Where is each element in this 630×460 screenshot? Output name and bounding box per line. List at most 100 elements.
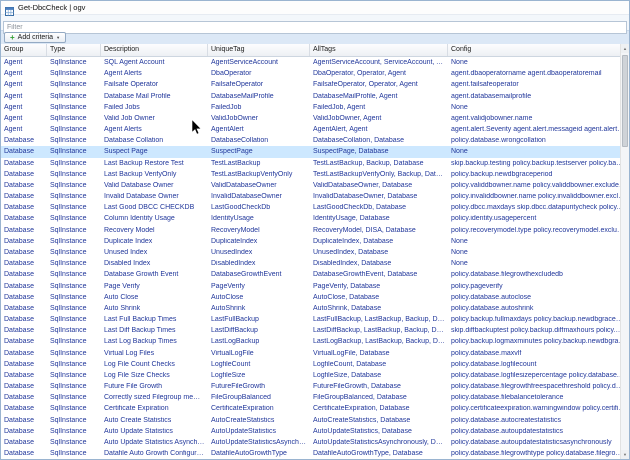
cell-alltags: DatabaseGrowthEvent, Database xyxy=(313,271,418,279)
cell-config: None xyxy=(451,148,468,156)
cell-description: Duplicate Index xyxy=(104,237,153,245)
cell-uniquetag: RecoveryModel xyxy=(211,226,260,234)
cell-description: Certificate Expiration xyxy=(104,405,169,413)
cell-alltags: TestLastBackup, Backup, Database xyxy=(313,159,424,167)
column-header-group[interactable]: Group xyxy=(1,44,47,56)
add-criteria-button[interactable]: + Add criteria ▼ xyxy=(4,32,67,43)
cell-description: Last Diff Backup Times xyxy=(104,327,176,335)
cell-config: None xyxy=(451,59,468,67)
cell-config: policy.database.autoupdatestatistics xyxy=(451,427,563,435)
table-row[interactable]: Database SqlInstance Last Backup Restore T… xyxy=(1,157,629,169)
table-row[interactable]: Database SqlInstance Log File Count Checks… xyxy=(1,358,629,370)
column-header-alltags[interactable]: AllTags xyxy=(310,44,448,56)
cell-config: skip.diffbackuptest policy.backup.diffma… xyxy=(451,327,629,335)
cell-description: Last Good DBCC CHECKDB xyxy=(104,204,195,212)
cell-type: SqlInstance xyxy=(50,137,87,145)
cell-type: SqlInstance xyxy=(50,159,87,167)
scroll-up-icon[interactable]: ▲ xyxy=(621,44,629,53)
scrollbar-track[interactable] xyxy=(621,53,629,450)
cell-config: agent.validjobowner.name xyxy=(451,114,533,122)
table-row[interactable]: Database SqlInstance Auto Update Statistic… xyxy=(1,425,629,437)
table-row[interactable]: Database SqlInstance Unused Index UnusedInd… xyxy=(1,246,629,259)
table-row[interactable]: Database SqlInstance Duplicate Index Duplic… xyxy=(1,235,629,247)
scrollbar-thumb[interactable] xyxy=(622,55,628,147)
table-row[interactable]: Database SqlInstance Invalid Database Owne… xyxy=(1,191,629,203)
table-row[interactable]: Agent SqlInstance Database Mail Profile Dat… xyxy=(1,90,629,102)
cell-alltags: AutoClose, Database xyxy=(313,293,380,301)
cell-config: policy.validdbowner.name policy.validdbo… xyxy=(451,181,627,189)
table-row[interactable]: Database SqlInstance Database Growth Event… xyxy=(1,269,629,281)
table-row[interactable]: Database SqlInstance Last Full Backup Time… xyxy=(1,313,629,326)
table-row[interactable]: Database SqlInstance Datafile Auto Growth … xyxy=(1,448,629,459)
cell-description: Agent Alerts xyxy=(104,126,142,134)
cell-type: SqlInstance xyxy=(50,249,87,256)
cell-config: policy.database.autoupdatestatisticsasyn… xyxy=(451,438,612,446)
cell-uniquetag: SuspectPage xyxy=(211,148,253,156)
cell-uniquetag: LogfileCount xyxy=(211,360,251,368)
table-row[interactable]: Agent SqlInstance SQL Agent Account AgentSe… xyxy=(1,57,629,69)
table-row[interactable]: Database SqlInstance Last Backup VerifyOnl… xyxy=(1,168,629,180)
cell-uniquetag: FileGroupBalanced xyxy=(211,394,271,402)
filter-input[interactable] xyxy=(3,21,627,34)
cell-alltags: ValidDatabaseOwner, Database xyxy=(313,181,413,189)
table-row[interactable]: Database SqlInstance Last Log Backup Times… xyxy=(1,336,629,348)
table-row[interactable]: Database SqlInstance Auto Close AutoClose Au… xyxy=(1,291,629,303)
table-row[interactable]: Database SqlInstance Future File Growth Fut… xyxy=(1,380,629,393)
cell-alltags: AutoUpdateStatistics, Database xyxy=(313,427,412,435)
vertical-scrollbar[interactable]: ▲ ▼ xyxy=(620,44,629,459)
table-header: Group Type Description UniqueTag AllTags Conf… xyxy=(1,44,629,57)
table-row[interactable]: Database SqlInstance Last Good DBCC CHECKD… xyxy=(1,202,629,214)
cell-alltags: FutureFileGrowth, Database xyxy=(313,383,401,391)
cell-config: skip.backup.testing policy.backup.testse… xyxy=(451,159,629,167)
cell-uniquetag: AgentServiceAccount xyxy=(211,59,278,67)
table-row[interactable]: Database SqlInstance Correctly sized Fileg… xyxy=(1,392,629,404)
cell-group: Database xyxy=(4,304,34,312)
table-row[interactable]: Database SqlInstance Valid Database Owner V… xyxy=(1,179,629,192)
table-row[interactable]: Agent SqlInstance Failed Jobs FailedJob Fail… xyxy=(1,101,629,113)
table-row[interactable]: Database SqlInstance Auto Update Statistic… xyxy=(1,436,629,449)
cell-group: Database xyxy=(4,237,34,245)
cell-group: Agent xyxy=(4,126,23,134)
table-row[interactable]: Agent SqlInstance Agent Alerts AgentAlert Ag… xyxy=(1,124,629,136)
cell-description: Valid Database Owner xyxy=(104,181,174,189)
cell-group: Agent xyxy=(4,81,23,89)
column-header-type[interactable]: Type xyxy=(47,44,101,56)
table-row[interactable]: Database SqlInstance Auto Create Statistic… xyxy=(1,414,629,426)
cell-alltags: VirtualLogFile, Database xyxy=(313,349,390,357)
cell-alltags: DbaOperator, Operator, Agent xyxy=(313,70,407,78)
scroll-down-icon[interactable]: ▼ xyxy=(621,450,629,459)
cell-alltags: PageVerify, Database xyxy=(313,282,381,290)
table-row[interactable]: Database SqlInstance Log File Size Checks L… xyxy=(1,369,629,381)
table-row[interactable]: Database SqlInstance Disabled Index Disable… xyxy=(1,258,629,270)
cell-description: Last Log Backup Times xyxy=(104,338,177,346)
column-header-uniquetag[interactable]: UniqueTag xyxy=(208,44,310,56)
table-row[interactable]: Database SqlInstance Last Diff Backup Time… xyxy=(1,325,629,337)
cell-description: Valid Job Owner xyxy=(104,114,155,122)
cell-type: SqlInstance xyxy=(50,126,87,134)
table-row[interactable]: Database SqlInstance Database Collation Dat… xyxy=(1,135,629,147)
table-row[interactable]: Database SqlInstance Auto Shrink AutoShrink… xyxy=(1,302,629,314)
table-row[interactable]: Database SqlInstance Recovery Model Recover… xyxy=(1,224,629,236)
table-row[interactable]: Agent SqlInstance Valid Job Owner ValidJobO… xyxy=(1,112,629,125)
table-row[interactable]: Database SqlInstance Page Verify PageVerify… xyxy=(1,280,629,292)
table-row[interactable]: Database SqlInstance Suspect Page SuspectPa… xyxy=(1,146,629,158)
cell-config: policy.database.filegrowthexcludedb xyxy=(451,271,563,279)
cell-uniquetag: DatabaseGrowthEvent xyxy=(211,271,282,279)
cell-uniquetag: AgentAlert xyxy=(211,126,244,134)
cell-config: policy.database.filegrowthtype policy.da… xyxy=(451,450,629,458)
cell-uniquetag: AutoShrink xyxy=(211,304,246,312)
table-row[interactable]: Agent SqlInstance Failsafe Operator Failsaf… xyxy=(1,79,629,91)
cell-group: Database xyxy=(4,327,34,335)
cell-group: Database xyxy=(4,450,34,458)
cell-alltags: AgentAlert, Agent xyxy=(313,126,368,134)
table-row[interactable]: Database SqlInstance Column Identity Usage… xyxy=(1,213,629,225)
cell-config: policy.identity.usagepercent xyxy=(451,215,537,223)
cell-type: SqlInstance xyxy=(50,59,87,67)
table-row[interactable]: Agent SqlInstance Agent Alerts DbaOperator D… xyxy=(1,68,629,80)
column-header-config[interactable]: Config xyxy=(448,44,629,56)
table-row[interactable]: Database SqlInstance Virtual Log Files Virt… xyxy=(1,347,629,359)
cell-uniquetag: LastFullBackup xyxy=(211,316,259,324)
cell-group: Agent xyxy=(4,92,23,100)
table-row[interactable]: Database SqlInstance Certificate Expiratio… xyxy=(1,403,629,415)
column-header-description[interactable]: Description xyxy=(101,44,208,56)
